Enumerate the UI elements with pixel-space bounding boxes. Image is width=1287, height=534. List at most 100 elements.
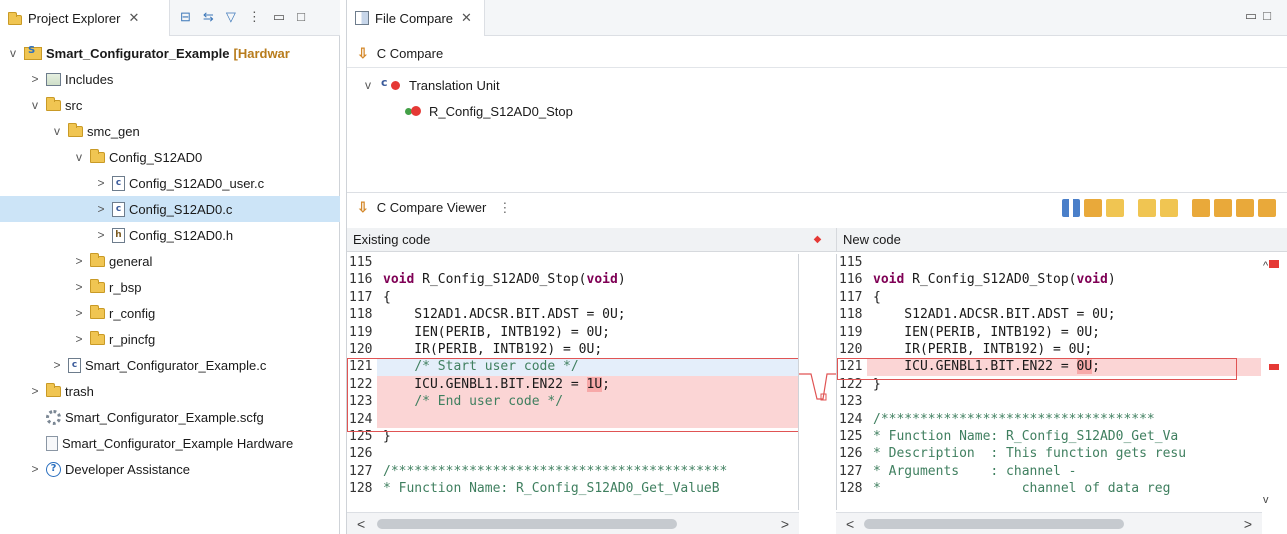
expand-icon[interactable]: > — [50, 358, 64, 372]
collapse-icon[interactable]: v — [50, 124, 64, 138]
tree-item[interactable]: Smart_Configurator_Example.scfg — [0, 404, 340, 430]
code-line[interactable]: 128 * channel of data reg — [837, 480, 1287, 497]
left-horizontal-scrollbar[interactable]: < > — [347, 512, 799, 534]
tree-item[interactable]: > c Config_S12AD0.c — [0, 196, 340, 222]
show-ancestor-icon[interactable] — [1084, 199, 1102, 217]
collapse-all-icon[interactable]: ⊟ — [180, 9, 191, 25]
code-line[interactable]: 116 void R_Config_S12AD0_Stop(void) — [347, 271, 798, 288]
minimize-icon[interactable]: ▭ — [1245, 8, 1263, 23]
expand-icon[interactable]: > — [94, 228, 108, 242]
code-line[interactable]: 128 * Function Name: R_Config_S12AD0_Get_… — [347, 480, 798, 497]
expand-icon[interactable]: > — [28, 72, 42, 86]
code-line[interactable]: 125 * Function Name: R_Config_S12AD0_Get_… — [837, 428, 1287, 445]
view-menu-icon[interactable]: ⋮ — [498, 200, 511, 216]
collapse-icon[interactable]: v — [28, 98, 42, 112]
tree-item[interactable]: v smc_gen — [0, 118, 340, 144]
code-line[interactable]: 120 IR(PERIB, INTB192) = 0U; — [347, 341, 798, 358]
code-line[interactable]: 118 S12AD1.ADCSR.BIT.ADST = 0U; — [347, 306, 798, 323]
code-line[interactable]: 121 ICU.GENBL1.BIT.EN22 = 0U; — [837, 358, 1287, 376]
scroll-right-icon[interactable]: > — [1244, 516, 1252, 532]
expand-icon[interactable]: > — [94, 176, 108, 190]
expand-icon[interactable]: > — [94, 202, 108, 216]
collapse-icon[interactable]: v — [72, 150, 86, 164]
code-line[interactable]: 119 IEN(PERIB, INTB192) = 0U; — [837, 324, 1287, 341]
code-line[interactable]: 123 — [837, 393, 1287, 410]
expand-icon[interactable]: > — [28, 462, 42, 476]
scroll-left-icon[interactable]: < — [357, 516, 365, 532]
tree-item[interactable]: v src — [0, 92, 340, 118]
scroll-right-icon[interactable]: > — [781, 516, 789, 532]
minimize-icon[interactable]: ▭ — [273, 9, 285, 25]
expand-icon[interactable]: > — [72, 332, 86, 346]
code-line[interactable]: 122 ICU.GENBL1.BIT.EN22 = 1U; — [347, 375, 798, 394]
code-line[interactable]: 118 S12AD1.ADCSR.BIT.ADST = 0U; — [837, 306, 1287, 323]
scroll-down-icon[interactable]: v — [1263, 494, 1269, 506]
tree-item[interactable]: > c Smart_Configurator_Example.c — [0, 352, 340, 378]
view-menu-icon[interactable]: ⋮ — [248, 9, 261, 25]
next-difference-icon[interactable]: ⇩ — [357, 45, 369, 62]
previous-diff-icon[interactable] — [1258, 199, 1276, 217]
structure-item-function[interactable]: R_Config_S12AD0_Stop — [347, 98, 1287, 124]
code-line[interactable]: 123 /* End user code */ — [347, 393, 798, 411]
code-line[interactable]: 125} — [347, 428, 798, 445]
maximize-icon[interactable]: □ — [1263, 8, 1277, 23]
overview-mark[interactable] — [1269, 364, 1279, 370]
expand-icon[interactable]: > — [72, 254, 86, 268]
tree-item[interactable]: >? Developer Assistance — [0, 456, 340, 482]
right-horizontal-scrollbar[interactable]: < > — [836, 512, 1262, 534]
link-with-editor-icon[interactable]: ⇆ — [203, 9, 214, 25]
collapse-icon[interactable]: v — [6, 46, 20, 60]
tree-item[interactable]: > c Config_S12AD0_user.c — [0, 170, 340, 196]
tree-item[interactable]: > r_config — [0, 300, 340, 326]
structure-item-translation-unit[interactable]: v Translation Unit — [347, 72, 1287, 98]
code-line[interactable]: 124 /*********************************** — [837, 411, 1287, 428]
existing-code-editor[interactable]: 115 116 void R_Config_S12AD0_Stop(void) 117… — [347, 254, 799, 510]
tree-item[interactable]: v Config_S12AD0 — [0, 144, 340, 170]
ignore-whitespace-icon[interactable] — [1062, 199, 1080, 217]
code-line[interactable]: 124 — [347, 410, 798, 428]
tree-item[interactable]: > Includes — [0, 66, 340, 92]
tree-item[interactable]: > trash — [0, 378, 340, 404]
expand-icon[interactable]: > — [72, 306, 86, 320]
code-line[interactable]: 116 void R_Config_S12AD0_Stop(void) — [837, 271, 1287, 288]
code-line[interactable]: 122} — [837, 376, 1287, 393]
tree-item[interactable]: > general — [0, 248, 340, 274]
expand-icon[interactable]: > — [72, 280, 86, 294]
code-line[interactable]: 119 IEN(PERIB, INTB192) = 0U; — [347, 324, 798, 341]
close-icon[interactable]: ✕ — [461, 10, 472, 26]
compare-options-icon[interactable] — [1106, 199, 1124, 217]
copy-left-to-right-icon[interactable] — [1138, 199, 1156, 217]
tree-item[interactable]: > h Config_S12AD0.h — [0, 222, 340, 248]
code-line[interactable]: 117 { — [347, 289, 798, 306]
previous-change-icon[interactable] — [1214, 199, 1232, 217]
tree-item[interactable]: > r_pincfg — [0, 326, 340, 352]
tree-item[interactable]: > r_bsp — [0, 274, 340, 300]
code-line[interactable]: 115 — [347, 254, 798, 271]
tab-file-compare[interactable]: File Compare ✕ — [347, 0, 485, 36]
scroll-up-icon[interactable]: ^ — [1263, 260, 1268, 272]
copy-changes-icon[interactable] — [1160, 199, 1178, 217]
scrollbar-thumb[interactable] — [377, 519, 677, 529]
code-line[interactable]: 126 — [347, 445, 798, 462]
overview-ruler[interactable]: ^ v — [1261, 254, 1287, 510]
code-line[interactable]: 127 * Arguments : channel - — [837, 463, 1287, 480]
code-line[interactable]: 121 /* Start user code */ — [347, 358, 798, 376]
tab-project-explorer[interactable]: Project Explorer ✕ — [0, 0, 170, 36]
tree-item[interactable]: Smart_Configurator_Example Hardware — [0, 430, 340, 456]
code-line[interactable]: 126 * Description : This function gets re… — [837, 445, 1287, 462]
new-code-editor[interactable]: 115 116 void R_Config_S12AD0_Stop(void) 117… — [836, 254, 1287, 510]
code-line[interactable]: 117 { — [837, 289, 1287, 306]
next-diff-icon[interactable] — [1236, 199, 1254, 217]
overview-mark[interactable] — [1269, 260, 1279, 268]
close-icon[interactable]: ✕ — [128, 10, 139, 26]
code-line[interactable]: 120 IR(PERIB, INTB192) = 0U; — [837, 341, 1287, 358]
filter-icon[interactable]: ▽ — [226, 9, 236, 25]
tree-item[interactable]: v Smart_Configurator_Example[Hardwar — [0, 40, 340, 66]
expand-icon[interactable]: > — [28, 384, 42, 398]
scrollbar-thumb[interactable] — [864, 519, 1124, 529]
scroll-left-icon[interactable]: < — [846, 516, 854, 532]
next-difference-icon[interactable]: ⇩ — [357, 199, 369, 216]
expand-icon[interactable]: v — [361, 78, 375, 92]
code-line[interactable]: 115 — [837, 254, 1287, 271]
code-line[interactable]: 127 /************************************… — [347, 463, 798, 480]
